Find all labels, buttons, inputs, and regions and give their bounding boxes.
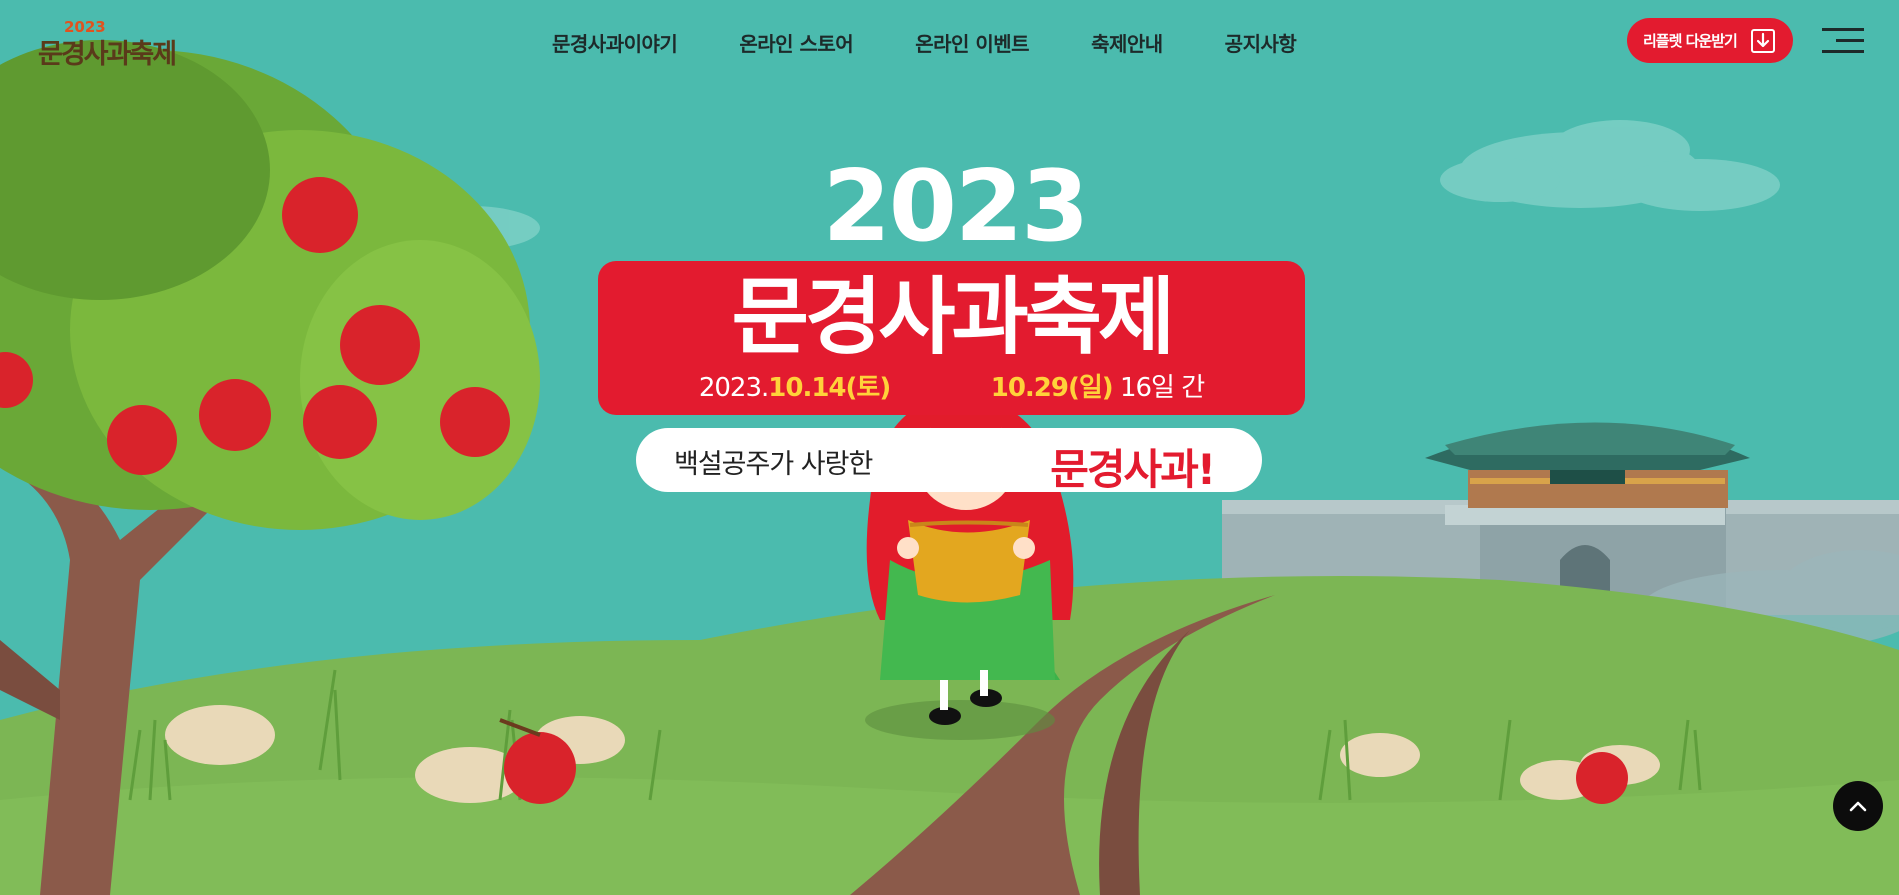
leaflet-download-label: 리플렛 다운받기 bbox=[1643, 32, 1738, 50]
date-duration: 16일 간 bbox=[1119, 373, 1205, 403]
nav-item-online-event[interactable]: 온라인 이벤트 bbox=[915, 28, 1029, 58]
festival-dates: 2023.10.14(토) 10.29(일) 16일 간 bbox=[598, 371, 1305, 405]
scroll-top-button[interactable] bbox=[1833, 781, 1883, 831]
download-icon bbox=[1751, 29, 1775, 53]
hamburger-menu-icon[interactable] bbox=[1822, 26, 1864, 56]
tagline-right: 문경사과! bbox=[1050, 445, 1216, 494]
chevron-up-icon bbox=[1849, 801, 1867, 812]
date-start-prefix: 2023. bbox=[698, 373, 769, 403]
festival-logo[interactable]: 2023 문경사과축제 bbox=[38, 18, 198, 73]
nav-item-notice[interactable]: 공지사항 bbox=[1225, 28, 1297, 58]
logo-name: 문경사과축제 bbox=[38, 39, 177, 70]
nav-item-story[interactable]: 문경사과이야기 bbox=[552, 28, 678, 58]
leaflet-download-button[interactable]: 리플렛 다운받기 bbox=[1627, 18, 1793, 63]
title-banner: 문경사과축제 2023.10.14(토) 10.29(일) 16일 간 bbox=[598, 261, 1305, 415]
festival-title: 문경사과축제 bbox=[731, 268, 1176, 366]
date-start: 10.14(토) bbox=[768, 373, 891, 403]
date-end: 10.29(일) bbox=[990, 373, 1114, 403]
site-header: 2023 문경사과축제 문경사과이야기 온라인 스토어 온라인 이벤트 축제안내… bbox=[0, 0, 1899, 85]
tagline-pill: 백설공주가 사랑한 문경사과! bbox=[636, 428, 1262, 494]
main-nav: 문경사과이야기 온라인 스토어 온라인 이벤트 축제안내 공지사항 bbox=[552, 28, 1358, 58]
hero-year: 2023 bbox=[822, 150, 1090, 264]
nav-item-online-store[interactable]: 온라인 스토어 bbox=[739, 28, 853, 58]
nav-item-festival-info[interactable]: 축제안내 bbox=[1091, 28, 1163, 58]
tagline-left: 백설공주가 사랑한 bbox=[674, 449, 873, 480]
